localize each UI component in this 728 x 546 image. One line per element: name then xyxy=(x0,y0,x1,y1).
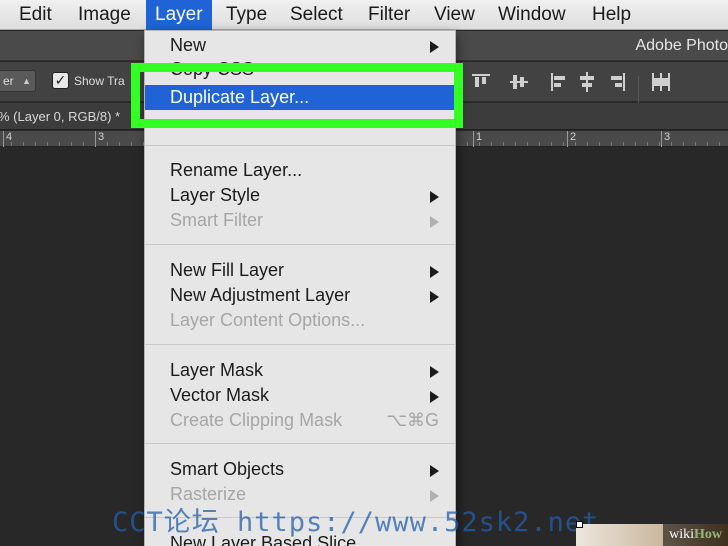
watermark-text: CCT论坛 https://www.52sk2.net xyxy=(112,507,600,538)
menu-layer[interactable]: Layer xyxy=(146,0,212,30)
show-transform-label: Show Tra xyxy=(74,74,125,88)
menu-item-new[interactable]: New xyxy=(145,33,455,58)
submenu-arrow-icon xyxy=(430,266,439,278)
ruler-number: 2 xyxy=(570,131,577,143)
auto-select-dropdown[interactable]: er ▲ xyxy=(0,70,36,92)
menu-item-new-adjustment-layer[interactable]: New Adjustment Layer xyxy=(145,283,455,308)
menu-item-new-fill-layer[interactable]: New Fill Layer xyxy=(145,258,455,283)
align-right-icon[interactable] xyxy=(606,70,628,94)
menu-item-layer-content-options: Layer Content Options... xyxy=(170,310,366,330)
auto-select-value: er xyxy=(3,74,14,88)
shortcut-label: ⌥⌘G xyxy=(386,410,439,430)
menu-item-layer-style[interactable]: Layer Style xyxy=(145,183,455,208)
menu-help[interactable]: Help xyxy=(583,0,640,30)
show-transform-checkbox[interactable]: ✓ xyxy=(52,72,69,89)
menu-item-create-clipping-mask: Create Clipping Mask ⌥⌘G xyxy=(170,410,439,430)
document-tab-title: % (Layer 0, RGB/8) * xyxy=(0,109,121,124)
ruler-number: 3 xyxy=(664,131,671,143)
align-left-icon[interactable] xyxy=(548,70,570,94)
menu-bar: Edit Image Layer Type Select Filter View… xyxy=(0,0,728,30)
ruler-number: 1 xyxy=(476,131,483,143)
submenu-arrow-icon xyxy=(430,216,439,228)
submenu-arrow-icon xyxy=(430,41,439,53)
menu-view[interactable]: View xyxy=(425,0,484,30)
align-top-icon[interactable] xyxy=(470,70,492,94)
menu-item-layer-mask[interactable]: Layer Mask xyxy=(145,358,455,383)
transform-handle-icon[interactable] xyxy=(576,521,583,528)
submenu-arrow-icon xyxy=(430,391,439,403)
submenu-arrow-icon xyxy=(430,191,439,203)
menu-select[interactable]: Select xyxy=(281,0,352,30)
menu-item-smart-objects[interactable]: Smart Objects xyxy=(145,457,455,482)
align-vertical-center-icon[interactable] xyxy=(508,70,530,94)
align-horizontal-center-icon[interactable] xyxy=(576,70,598,94)
highlight-box xyxy=(131,63,463,128)
menu-window[interactable]: Window xyxy=(489,0,575,30)
app-title: Adobe Photo xyxy=(635,37,728,54)
menu-image[interactable]: Image xyxy=(69,0,140,30)
menu-filter[interactable]: Filter xyxy=(359,0,419,30)
menu-item-vector-mask[interactable]: Vector Mask xyxy=(145,383,455,408)
canvas-image-corner: wikiHow xyxy=(576,521,728,546)
menu-edit[interactable]: Edit xyxy=(10,0,61,30)
distribute-icon[interactable] xyxy=(650,70,672,94)
wikihow-logo: wikiHow xyxy=(663,524,728,546)
menu-item-rename-layer[interactable]: Rename Layer... xyxy=(145,158,455,183)
submenu-arrow-icon xyxy=(430,366,439,378)
menu-item-smart-filter: Smart Filter xyxy=(145,208,455,233)
dropdown-arrows-icon: ▲ xyxy=(22,76,31,86)
ruler-number: 3 xyxy=(98,131,105,143)
submenu-arrow-icon xyxy=(430,291,439,303)
ruler-number: 4 xyxy=(6,131,13,143)
menu-type[interactable]: Type xyxy=(217,0,276,30)
submenu-arrow-icon xyxy=(430,465,439,477)
